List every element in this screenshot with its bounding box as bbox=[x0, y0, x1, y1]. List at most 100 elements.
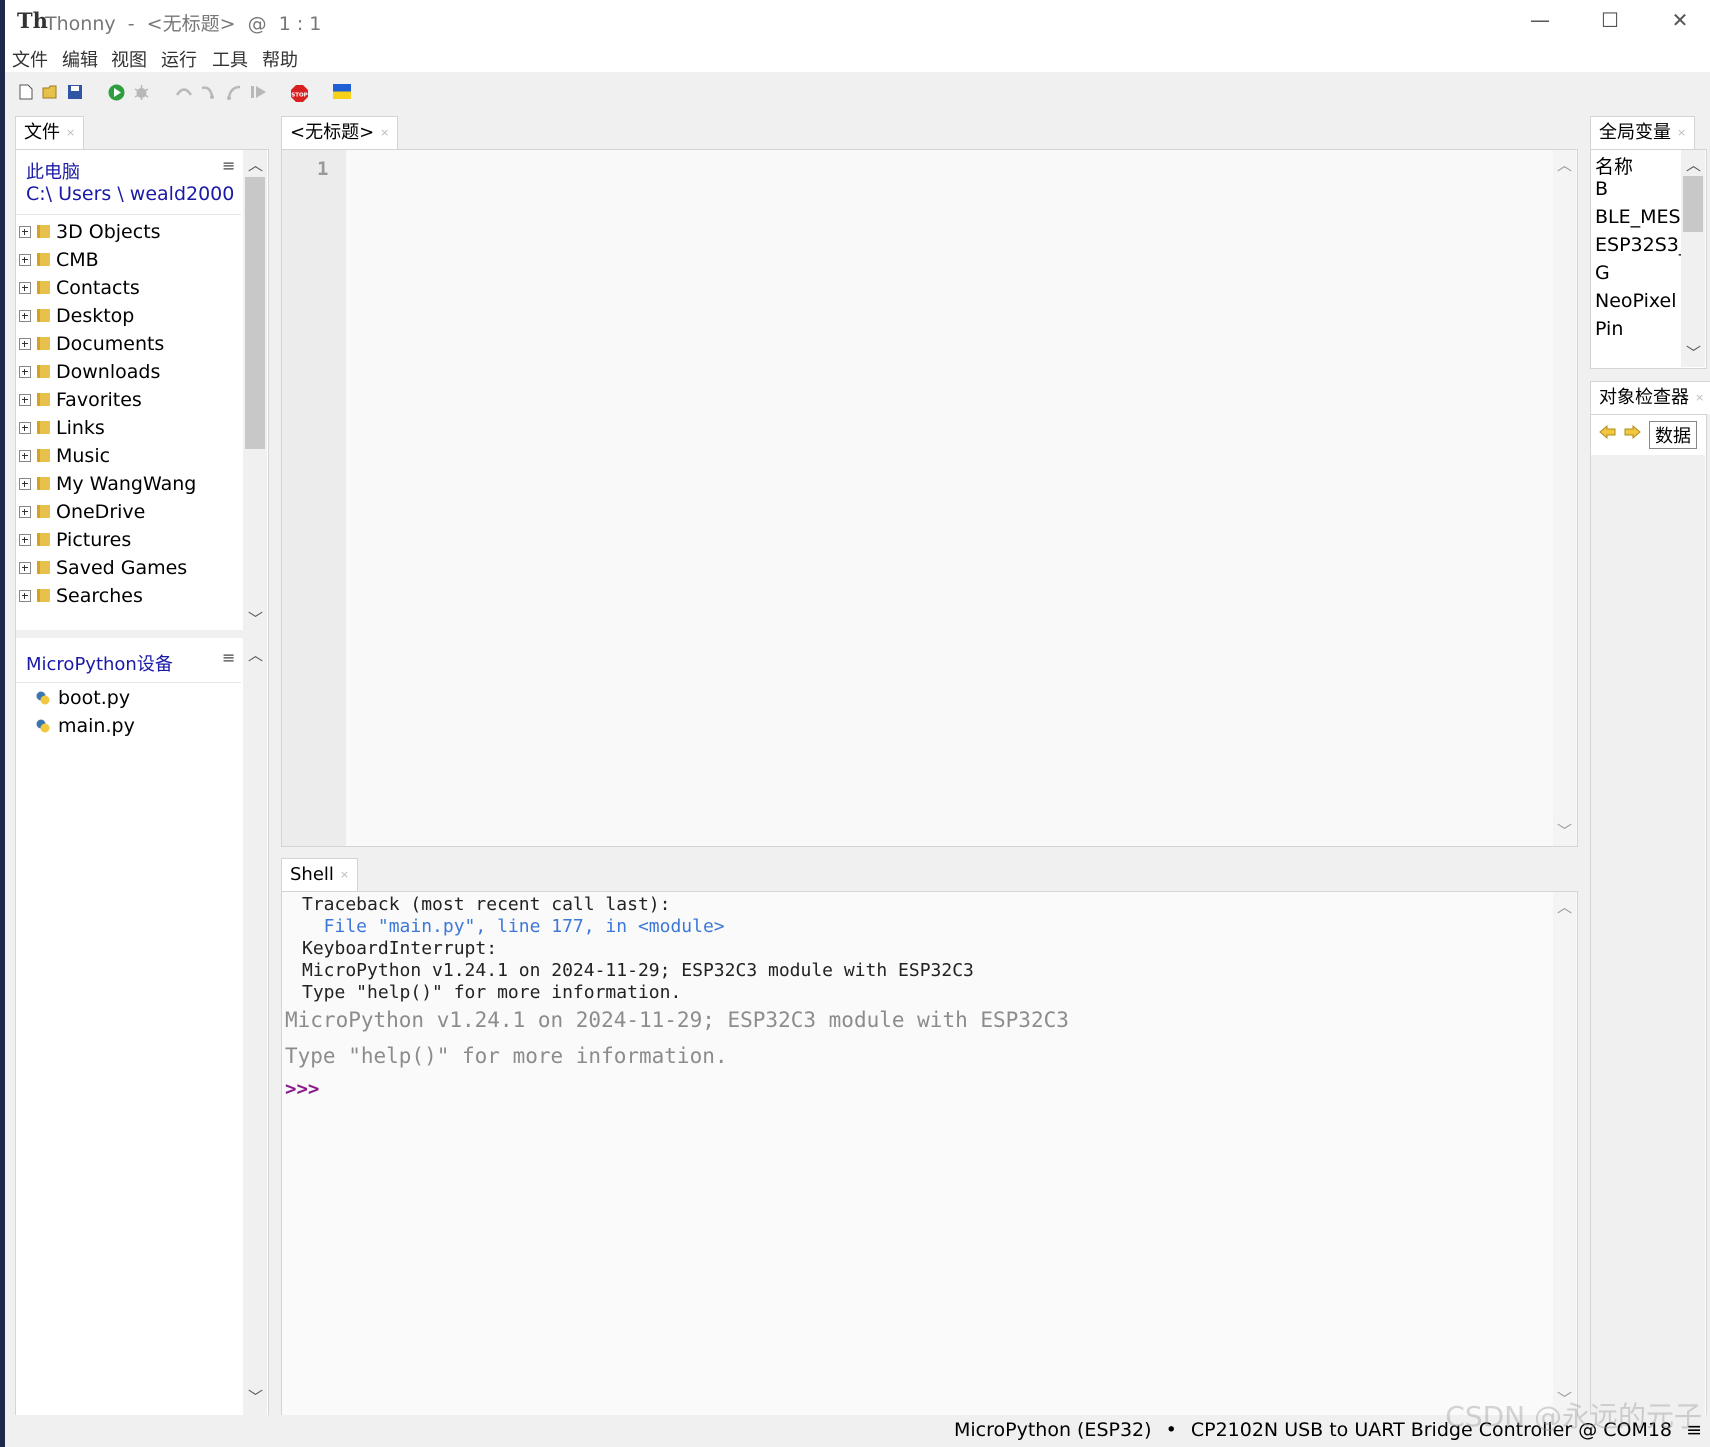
folder-icon bbox=[37, 393, 50, 406]
tab-editor[interactable]: <无标题> × bbox=[281, 116, 399, 149]
scroll-up-icon[interactable]: ︿ bbox=[1686, 158, 1701, 173]
scroll-up-icon[interactable]: ︿ bbox=[1557, 900, 1572, 915]
expand-icon[interactable] bbox=[19, 394, 31, 406]
menu-run[interactable]: 运行 bbox=[161, 46, 197, 72]
step-over-icon[interactable] bbox=[175, 84, 193, 100]
cursor-position: 1 : 1 bbox=[278, 13, 322, 35]
expand-icon[interactable] bbox=[19, 590, 31, 602]
scroll-down-icon[interactable]: ﹀ bbox=[248, 1390, 263, 1405]
status-interpreter[interactable]: MicroPython (ESP32) bbox=[954, 1419, 1152, 1441]
open-file-icon[interactable] bbox=[42, 84, 60, 100]
variable-row[interactable]: B bbox=[1595, 178, 1681, 200]
scroll-up-icon[interactable]: ︿ bbox=[248, 158, 263, 173]
tab-close-icon[interactable]: × bbox=[1677, 126, 1686, 139]
close-button[interactable]: ✕ bbox=[1645, 0, 1710, 40]
scroll-down-icon[interactable]: ﹀ bbox=[1557, 824, 1572, 839]
forward-arrow-icon[interactable] bbox=[1623, 425, 1641, 439]
data-button[interactable]: 数据 bbox=[1649, 421, 1697, 449]
expand-icon[interactable] bbox=[19, 422, 31, 434]
variable-row[interactable]: NeoPixel bbox=[1595, 290, 1681, 312]
menu-view[interactable]: 视图 bbox=[111, 46, 147, 72]
scroll-down-icon[interactable]: ﹀ bbox=[248, 612, 263, 627]
variables-scrollbar[interactable]: ︿ ﹀ bbox=[1681, 150, 1705, 367]
folder-row[interactable]: Desktop bbox=[16, 302, 241, 330]
menu-file[interactable]: 文件 bbox=[12, 46, 48, 72]
variable-row[interactable]: G bbox=[1595, 262, 1681, 284]
code-area[interactable] bbox=[346, 150, 1553, 846]
folder-row[interactable]: OneDrive bbox=[16, 498, 241, 526]
device-menu-icon[interactable]: ≡ bbox=[222, 648, 235, 667]
ukraine-flag-icon[interactable] bbox=[333, 84, 351, 99]
shell-scrollbar[interactable]: ︿ ﹀ bbox=[1553, 892, 1576, 1415]
folder-row[interactable]: Favorites bbox=[16, 386, 241, 414]
document-name: <无标题> bbox=[146, 13, 236, 35]
menu-edit[interactable]: 编辑 bbox=[62, 46, 98, 72]
folder-row[interactable]: Documents bbox=[16, 330, 241, 358]
debug-icon[interactable] bbox=[133, 84, 150, 101]
save-file-icon[interactable] bbox=[67, 84, 83, 100]
variable-row[interactable]: BLE_MESS bbox=[1595, 206, 1681, 228]
shell-file-link[interactable]: File "main.py", line 177, in <module> bbox=[302, 916, 725, 937]
expand-icon[interactable] bbox=[19, 366, 31, 378]
folder-row[interactable]: Searches bbox=[16, 582, 241, 610]
shell-prompt[interactable]: >>> bbox=[285, 1078, 319, 1100]
tab-close-icon[interactable]: × bbox=[340, 868, 349, 881]
variable-row[interactable]: ESP32S3_ bbox=[1595, 234, 1681, 256]
menu-help[interactable]: 帮助 bbox=[262, 46, 298, 72]
device-file-row[interactable]: boot.py bbox=[16, 684, 241, 712]
shell-panel[interactable]: Traceback (most recent call last): File … bbox=[281, 891, 1578, 1417]
scroll-thumb[interactable] bbox=[245, 177, 265, 449]
expand-icon[interactable] bbox=[19, 506, 31, 518]
folder-row[interactable]: My WangWang bbox=[16, 470, 241, 498]
device-label[interactable]: MicroPython设备 bbox=[26, 650, 173, 676]
folder-row[interactable]: Saved Games bbox=[16, 554, 241, 582]
tab-inspector[interactable]: 对象检查器 × bbox=[1590, 381, 1710, 414]
back-arrow-icon[interactable] bbox=[1599, 425, 1617, 439]
expand-icon[interactable] bbox=[19, 562, 31, 574]
expand-icon[interactable] bbox=[19, 478, 31, 490]
tab-close-icon[interactable]: × bbox=[1695, 391, 1704, 404]
expand-icon[interactable] bbox=[19, 338, 31, 350]
folder-row[interactable]: Music bbox=[16, 442, 241, 470]
tab-close-icon[interactable]: × bbox=[66, 126, 75, 139]
folder-icon bbox=[37, 365, 50, 378]
scroll-up-icon[interactable]: ︿ bbox=[1557, 158, 1572, 173]
files-splitter[interactable] bbox=[16, 630, 267, 638]
tab-files[interactable]: 文件 × bbox=[15, 116, 85, 149]
folder-row[interactable]: Downloads bbox=[16, 358, 241, 386]
device-file-row[interactable]: main.py bbox=[16, 712, 241, 740]
maximize-button[interactable]: ☐ bbox=[1575, 0, 1645, 40]
expand-icon[interactable] bbox=[19, 282, 31, 294]
expand-icon[interactable] bbox=[19, 310, 31, 322]
folder-row[interactable]: Contacts bbox=[16, 274, 241, 302]
expand-icon[interactable] bbox=[19, 450, 31, 462]
current-path[interactable]: C:\ Users \ weald2000 bbox=[26, 183, 234, 205]
minimize-button[interactable]: — bbox=[1505, 0, 1575, 40]
menu-tools[interactable]: 工具 bbox=[212, 46, 248, 72]
new-file-icon[interactable] bbox=[19, 84, 33, 100]
step-out-icon[interactable] bbox=[225, 84, 243, 100]
tab-variables[interactable]: 全局变量 × bbox=[1590, 116, 1696, 149]
scroll-thumb[interactable] bbox=[1683, 176, 1703, 232]
resume-icon[interactable] bbox=[250, 84, 268, 100]
folder-row[interactable]: CMB bbox=[16, 246, 241, 274]
folder-row[interactable]: Pictures bbox=[16, 526, 241, 554]
files-menu-icon[interactable]: ≡ bbox=[222, 156, 235, 175]
device-scrollbar[interactable]: ︿ ﹀ bbox=[243, 638, 267, 1415]
scroll-down-icon[interactable]: ﹀ bbox=[1686, 346, 1701, 361]
expand-icon[interactable] bbox=[19, 534, 31, 546]
scroll-up-icon[interactable]: ︿ bbox=[248, 648, 263, 663]
folder-row[interactable]: Links bbox=[16, 414, 241, 442]
run-icon[interactable] bbox=[108, 84, 125, 101]
expand-icon[interactable] bbox=[19, 226, 31, 238]
tab-close-icon[interactable]: × bbox=[380, 126, 389, 139]
tab-shell[interactable]: Shell × bbox=[281, 858, 359, 891]
editor-scrollbar[interactable]: ︿ ﹀ bbox=[1553, 150, 1576, 846]
variable-row[interactable]: Pin bbox=[1595, 318, 1681, 340]
expand-icon[interactable] bbox=[19, 254, 31, 266]
folder-row[interactable]: 3D Objects bbox=[16, 218, 241, 246]
files-scrollbar[interactable]: ︿ ﹀ bbox=[243, 150, 267, 630]
stop-icon[interactable]: STOP bbox=[290, 84, 309, 103]
step-into-icon[interactable] bbox=[200, 84, 218, 100]
this-pc-link[interactable]: 此电脑 bbox=[26, 158, 80, 184]
